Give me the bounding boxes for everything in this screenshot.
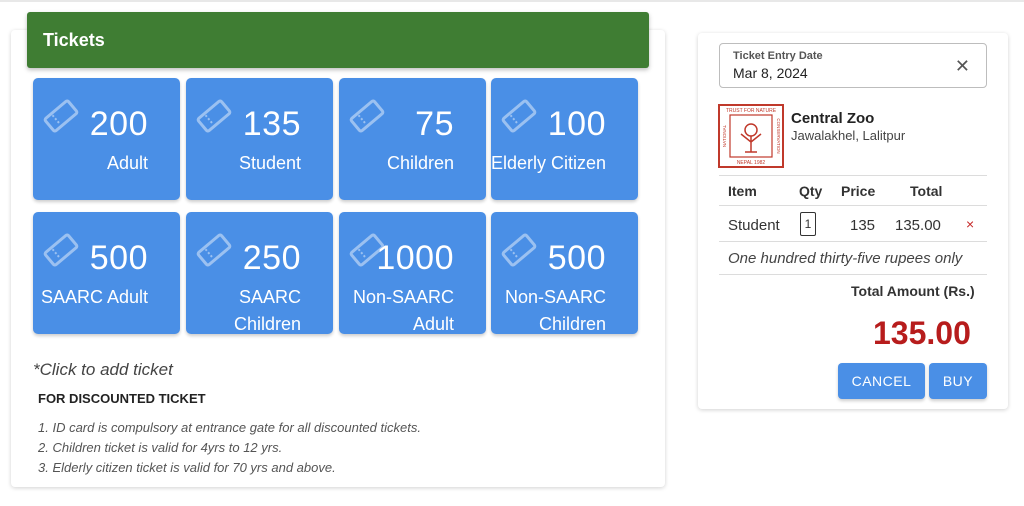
discount-rule: 2. Children ticket is valid for 4yrs to … — [38, 440, 283, 455]
cancel-button[interactable]: CANCEL — [838, 363, 925, 399]
ticket-label: SAARC Adult — [40, 287, 148, 307]
ticket-icon — [196, 233, 232, 267]
buy-button[interactable]: BUY — [929, 363, 987, 399]
ticket-tile-elderly-citizen[interactable]: 100 Elderly Citizen — [491, 78, 638, 200]
cart-item-price: 135 — [850, 217, 876, 234]
table-divider — [719, 241, 987, 242]
table-divider — [719, 175, 987, 176]
date-field-label: Ticket Entry Date — [733, 50, 823, 62]
discount-rule: 3. Elderly citizen ticket is valid for 7… — [38, 460, 336, 475]
discount-rule: 1. ID card is compulsory at entrance gat… — [38, 420, 421, 435]
date-field-value: Mar 8, 2024 — [733, 65, 808, 81]
ticket-icon — [196, 99, 232, 133]
ticket-label: SAARC Children — [233, 287, 301, 334]
logo-text-bottom: NEPAL 1982 — [737, 160, 766, 166]
ticket-tile-non-saarc-adult[interactable]: 1000 Non-SAARC Adult — [339, 212, 486, 334]
ticket-count: 100 — [547, 105, 606, 143]
ticket-label: Children — [386, 153, 454, 173]
ticket-count: 250 — [242, 239, 301, 277]
ticket-label: Non-SAARC Adult — [352, 287, 454, 334]
zoo-logo: TRUST FOR NATURE NEPAL 1982 NATIONAL CON… — [718, 104, 784, 168]
tickets-title: Tickets — [43, 30, 105, 50]
table-divider — [719, 205, 987, 206]
venue-address: Jawalakhel, Lalitpur — [791, 128, 906, 143]
quantity-input[interactable]: 1 — [800, 212, 816, 236]
total-amount-label: Total Amount (Rs.) — [851, 283, 975, 299]
amount-in-words: One hundred thirty-five rupees only — [728, 250, 963, 267]
total-amount-value: 135.00 — [873, 315, 971, 351]
ticket-count: 135 — [242, 105, 301, 143]
column-header-price: Price — [841, 183, 876, 199]
column-header-total: Total — [910, 183, 943, 199]
ticket-tile-saarc-children[interactable]: 250 SAARC Children — [186, 212, 333, 334]
column-header-qty: Qty — [799, 183, 823, 199]
discount-title: FOR DISCOUNTED TICKET — [38, 391, 206, 406]
ticket-label: Non-SAARC Children — [504, 287, 606, 334]
cart-item-name: Student — [728, 217, 780, 234]
ticket-count: 1000 — [376, 239, 454, 277]
close-icon[interactable]: ✕ — [955, 56, 970, 77]
ticket-label: Student — [238, 153, 301, 173]
ticket-icon — [43, 99, 79, 133]
cart-item-total: 135.00 — [895, 217, 941, 234]
ticket-count: 500 — [89, 239, 148, 277]
ticket-tile-saarc-adult[interactable]: 500 SAARC Adult — [33, 212, 180, 334]
ticket-tile-non-saarc-children[interactable]: 500 Non-SAARC Children — [491, 212, 638, 334]
logo-text-left: NATIONAL — [722, 124, 727, 147]
ticket-count: 200 — [89, 105, 148, 143]
ticket-tile-children[interactable]: 75 Children — [339, 78, 486, 200]
logo-text-top: TRUST FOR NATURE — [726, 108, 777, 114]
venue-name: Central Zoo — [791, 110, 875, 127]
column-header-item: Item — [728, 183, 757, 199]
ticket-count: 500 — [547, 239, 606, 277]
ticket-entry-date-field[interactable]: Ticket Entry Date Mar 8, 2024 ✕ — [719, 43, 987, 88]
top-divider — [0, 0, 1024, 2]
ticket-icon — [43, 233, 79, 267]
ticket-icon — [349, 99, 385, 133]
tickets-header: Tickets — [27, 12, 649, 68]
ticket-icon — [501, 233, 537, 267]
ticket-tile-adult[interactable]: 200 Adult — [33, 78, 180, 200]
ticket-tile-student[interactable]: 135 Student — [186, 78, 333, 200]
click-hint: *Click to add ticket — [33, 360, 173, 379]
table-divider — [719, 274, 987, 275]
remove-item-icon[interactable]: × — [966, 216, 974, 232]
ticket-count: 75 — [415, 105, 454, 143]
ticket-label: Adult — [106, 153, 148, 173]
ticket-icon — [501, 99, 537, 133]
logo-text-right: CONSERVATION — [776, 118, 781, 153]
discount-rules: 1. ID card is compulsory at entrance gat… — [38, 418, 421, 478]
ticket-label: Elderly Citizen — [491, 153, 606, 173]
